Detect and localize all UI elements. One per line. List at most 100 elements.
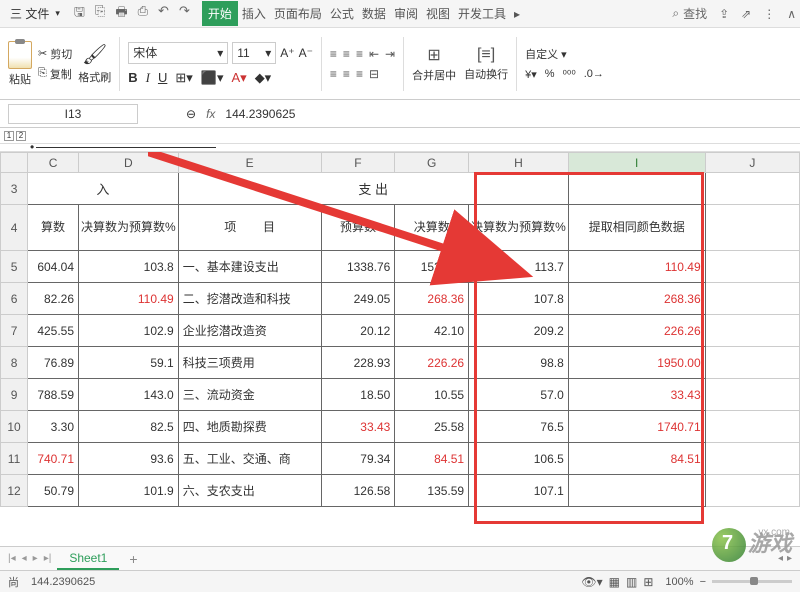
cell[interactable]: 84.51 — [568, 443, 705, 475]
row-header[interactable]: 4 — [1, 205, 28, 251]
cell[interactable]: 425.55 — [28, 315, 79, 347]
qat-icon[interactable]: ⎘ — [95, 3, 105, 25]
cell[interactable]: 六、支农支出 — [178, 475, 321, 507]
more-icon[interactable]: ⋮ — [763, 7, 775, 21]
collapse-icon[interactable]: ∧ — [787, 7, 796, 21]
cell[interactable]: 1740.71 — [568, 411, 705, 443]
tabs-more[interactable]: ▸ — [514, 7, 520, 21]
underline-button[interactable]: U — [158, 70, 167, 85]
row-header[interactable]: 10 — [1, 411, 28, 443]
cell[interactable]: 1338.76 — [321, 251, 395, 283]
row-header[interactable]: 12 — [1, 475, 28, 507]
hscroll-left[interactable]: ◂ — [778, 553, 783, 564]
cell[interactable]: 3.30 — [28, 411, 79, 443]
sheet-tab[interactable]: Sheet1 — [57, 548, 119, 570]
cell[interactable]: 107.8 — [469, 283, 569, 315]
cell[interactable]: 82.5 — [79, 411, 179, 443]
view-eye-icon[interactable]: 👁▾ — [581, 575, 602, 589]
cell[interactable] — [705, 411, 799, 443]
cloud-icon[interactable]: ⇪ — [719, 7, 729, 21]
fx-label[interactable]: fx — [206, 107, 215, 121]
cell[interactable]: 18.50 — [321, 379, 395, 411]
outline-levels[interactable]: 12 — [0, 128, 800, 144]
select-all[interactable] — [1, 153, 28, 173]
cell[interactable] — [568, 475, 705, 507]
cell[interactable]: 33.43 — [568, 379, 705, 411]
cell[interactable]: 226.26 — [395, 347, 469, 379]
cell[interactable]: 788.59 — [28, 379, 79, 411]
row-header[interactable]: 6 — [1, 283, 28, 315]
tab-layout[interactable]: 页面布局 — [270, 1, 326, 26]
align-right-icon[interactable]: ≡ — [356, 67, 363, 81]
cell[interactable]: 入 — [28, 173, 179, 205]
sheet-nav-first[interactable]: |◂ — [8, 553, 16, 564]
cell[interactable]: 五、工业、交通、商 — [178, 443, 321, 475]
row-header[interactable]: 8 — [1, 347, 28, 379]
cell[interactable]: 103.8 — [79, 251, 179, 283]
row-header[interactable]: 9 — [1, 379, 28, 411]
tab-view[interactable]: 视图 — [422, 1, 454, 26]
qat-save-icon[interactable]: 🖫 — [74, 3, 85, 25]
cell[interactable]: 决算数为预算数% — [469, 205, 569, 251]
cell[interactable]: 1522.77 — [395, 251, 469, 283]
sheet-nav-next[interactable]: ▸ — [33, 553, 38, 564]
cell[interactable]: 决算数为预算数% — [79, 205, 179, 251]
cell[interactable]: 一、基本建设支出 — [178, 251, 321, 283]
col-header[interactable]: H — [469, 153, 569, 173]
wrap-text-button[interactable]: [≡] 自动换行 — [464, 46, 508, 82]
align-middle-icon[interactable]: ≡ — [343, 47, 350, 61]
cell[interactable]: 84.51 — [395, 443, 469, 475]
zoom-value[interactable]: 100% — [665, 576, 693, 588]
font-name-select[interactable]: 宋体▾ — [128, 42, 228, 64]
format-painter-button[interactable]: 🖌 格式刷 — [78, 42, 111, 85]
cell[interactable]: 决算数 — [395, 205, 469, 251]
fill-color-button[interactable]: ⬛▾ — [201, 70, 224, 86]
cell[interactable] — [705, 475, 799, 507]
cell[interactable]: 268.36 — [568, 283, 705, 315]
tab-dev[interactable]: 开发工具 — [454, 1, 510, 26]
name-box[interactable]: I13 — [8, 104, 138, 124]
cell[interactable]: 算数 — [28, 205, 79, 251]
percent-button[interactable]: % — [545, 68, 555, 81]
cell[interactable]: 支 出 — [178, 173, 568, 205]
outline-bar[interactable] — [0, 144, 800, 152]
cell[interactable]: 项 目 — [178, 205, 321, 251]
grow-font-icon[interactable]: A⁺ — [280, 46, 294, 60]
cell[interactable]: 102.9 — [79, 315, 179, 347]
col-header[interactable]: F — [321, 153, 395, 173]
cell[interactable]: 228.93 — [321, 347, 395, 379]
col-header[interactable]: I — [568, 153, 705, 173]
merge-across-icon[interactable]: ⊟ — [369, 67, 379, 81]
tab-data[interactable]: 数据 — [358, 1, 390, 26]
cell[interactable]: 143.0 — [79, 379, 179, 411]
tab-insert[interactable]: 插入 — [238, 1, 270, 26]
row-header[interactable]: 7 — [1, 315, 28, 347]
qat-print-icon[interactable]: 🖶 — [115, 3, 127, 25]
indent-left-icon[interactable]: ⇤ — [369, 47, 379, 61]
cell[interactable] — [705, 173, 799, 205]
font-size-select[interactable]: 11▾ — [232, 42, 276, 64]
bold-button[interactable]: B — [128, 70, 137, 85]
cell[interactable] — [705, 315, 799, 347]
cell[interactable] — [705, 205, 799, 251]
cell[interactable]: 59.1 — [79, 347, 179, 379]
search-box[interactable]: ⌕ 查找 — [672, 5, 707, 22]
shrink-font-icon[interactable]: A⁻ — [299, 46, 313, 60]
cell[interactable]: 135.59 — [395, 475, 469, 507]
row-header[interactable]: 5 — [1, 251, 28, 283]
cell[interactable] — [705, 379, 799, 411]
merge-center-button[interactable]: ⊞ 合并居中 — [412, 45, 456, 83]
indent-right-icon[interactable]: ⇥ — [385, 47, 395, 61]
font-color-button[interactable]: A▾ — [231, 70, 246, 86]
cell[interactable]: 82.26 — [28, 283, 79, 315]
cell[interactable]: 57.0 — [469, 379, 569, 411]
border-button[interactable]: ⊞▾ — [175, 70, 192, 86]
paste-button[interactable]: 粘贴 — [8, 41, 32, 87]
cell[interactable]: 98.8 — [469, 347, 569, 379]
cell[interactable]: 四、地质勘探费 — [178, 411, 321, 443]
sheet-nav-last[interactable]: ▸| — [44, 553, 52, 564]
cell[interactable]: 三、流动资金 — [178, 379, 321, 411]
zoom-slider[interactable] — [712, 580, 792, 583]
cell[interactable]: 79.34 — [321, 443, 395, 475]
hscroll-right[interactable]: ▸ — [787, 553, 792, 564]
